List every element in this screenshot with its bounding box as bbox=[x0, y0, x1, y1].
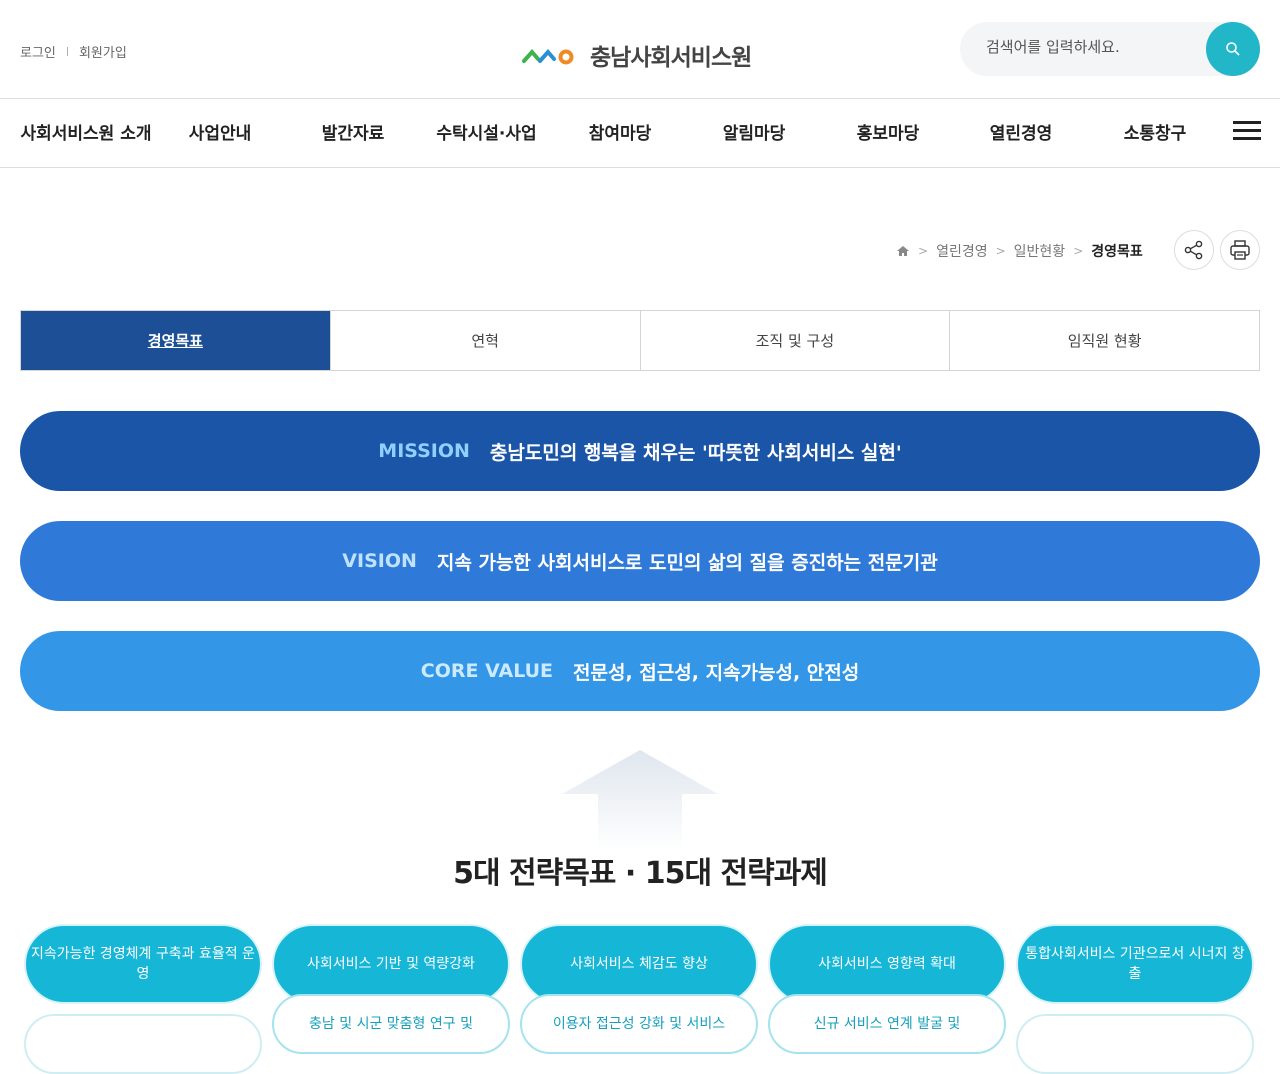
nav-participation[interactable]: 참여마당 bbox=[560, 119, 680, 150]
util-menu: 로그인 | 회원가입 bbox=[20, 42, 127, 61]
util-divider: | bbox=[65, 46, 69, 57]
menu-bar-icon bbox=[1233, 137, 1261, 140]
menu-bar-icon bbox=[1233, 129, 1261, 132]
logo-text: 충남사회서비스원 bbox=[590, 45, 752, 71]
tab-organization[interactable]: 조직 및 구성 bbox=[639, 311, 950, 370]
share-icon bbox=[1184, 240, 1203, 260]
vision-text: 지속 가능한 사회서비스로 도민의 삶의 질을 증진하는 전문기관 bbox=[436, 551, 938, 574]
print-button[interactable] bbox=[1220, 230, 1260, 270]
mission-band: MISSION 충남도민의 행복을 채우는 '따뜻한 사회서비스 실현' bbox=[20, 411, 1260, 491]
strategy-task bbox=[24, 1014, 262, 1074]
nav-publications[interactable]: 발간자료 bbox=[293, 119, 413, 150]
nav-facilities[interactable]: 수탁시설·사업 bbox=[420, 119, 553, 150]
strategy-task: 충남 및 시군 맞춤형 연구 및 bbox=[272, 994, 510, 1054]
search-icon bbox=[1226, 42, 1240, 56]
nav-communication[interactable]: 소통창구 bbox=[1095, 119, 1215, 150]
tab-staff[interactable]: 임직원 현황 bbox=[949, 311, 1259, 370]
breadcrumb-current: 경영목표 bbox=[1091, 244, 1143, 260]
vision-key: VISION bbox=[342, 550, 417, 572]
join-link[interactable]: 회원가입 bbox=[79, 42, 127, 61]
sub-tabs: 경영목표 연혁 조직 및 구성 임직원 현황 bbox=[20, 310, 1260, 371]
breadcrumb: > 열린경영 > 일반현황 > 경영목표 bbox=[896, 241, 1143, 261]
login-link[interactable]: 로그인 bbox=[20, 42, 56, 61]
chevron-right-icon: > bbox=[995, 244, 1006, 258]
logo-mark-icon bbox=[522, 48, 574, 65]
mission-text: 충남도민의 행복을 채우는 '따뜻한 사회서비스 실현' bbox=[489, 441, 902, 464]
chevron-right-icon: > bbox=[1073, 244, 1084, 258]
tab-history[interactable]: 연혁 bbox=[329, 311, 640, 370]
strategy-goal: 사회서비스 영향력 확대 bbox=[768, 924, 1006, 1004]
core-value-text: 전문성, 접근성, 지속가능성, 안전성 bbox=[573, 661, 860, 684]
menu-bar-icon bbox=[1233, 121, 1261, 124]
arrow-up-icon bbox=[562, 750, 718, 850]
search-button[interactable] bbox=[1206, 22, 1260, 76]
chevron-right-icon: > bbox=[918, 244, 929, 258]
strategy-task: 신규 서비스 연계 발굴 및 bbox=[768, 994, 1006, 1054]
strategy-title: 5대 전략목표 · 15대 전략과제 bbox=[453, 856, 828, 891]
nav-promotion[interactable]: 홍보마당 bbox=[828, 119, 948, 150]
strategy-task: 이용자 접근성 강화 및 서비스 bbox=[520, 994, 758, 1054]
breadcrumb-item[interactable]: 열린경영 bbox=[936, 241, 988, 261]
print-icon bbox=[1230, 240, 1250, 260]
share-button[interactable] bbox=[1174, 230, 1214, 270]
mission-key: MISSION bbox=[378, 440, 470, 462]
all-menu-button[interactable] bbox=[1233, 121, 1261, 145]
nav-open-management[interactable]: 열린경영 bbox=[961, 119, 1081, 150]
breadcrumb-item[interactable]: 일반현황 bbox=[1014, 241, 1066, 261]
nav-about[interactable]: 사회서비스원 소개 bbox=[20, 119, 152, 150]
strategy-goal: 사회서비스 기반 및 역량강화 bbox=[272, 924, 510, 1004]
vision-band: VISION 지속 가능한 사회서비스로 도민의 삶의 질을 증진하는 전문기관 bbox=[20, 521, 1260, 601]
core-value-key: CORE VALUE bbox=[420, 660, 554, 682]
nav-notice[interactable]: 알림마당 bbox=[694, 119, 814, 150]
nav-business[interactable]: 사업안내 bbox=[160, 119, 280, 150]
site-logo[interactable]: 충남사회서비스원 bbox=[522, 38, 752, 72]
strategy-task bbox=[1016, 1014, 1254, 1074]
search-input[interactable] bbox=[986, 38, 1196, 56]
core-value-band: CORE VALUE 전문성, 접근성, 지속가능성, 안전성 bbox=[20, 631, 1260, 711]
strategy-goal: 사회서비스 체감도 향상 bbox=[520, 924, 758, 1004]
search-box bbox=[960, 22, 1260, 76]
header: 로그인 | 회원가입 충남사회서비스원 bbox=[0, 0, 1280, 98]
strategy-goal: 통합사회서비스 기관으로서 시너지 창출 bbox=[1016, 924, 1254, 1004]
strategy-goal: 지속가능한 경영체계 구축과 효율적 운영 bbox=[24, 924, 262, 1004]
main-nav: 사회서비스원 소개 사업안내 발간자료 수탁시설·사업 참여마당 알림마당 홍보… bbox=[0, 98, 1280, 168]
home-icon[interactable] bbox=[896, 244, 910, 258]
tab-management-goal[interactable]: 경영목표 bbox=[21, 311, 330, 370]
